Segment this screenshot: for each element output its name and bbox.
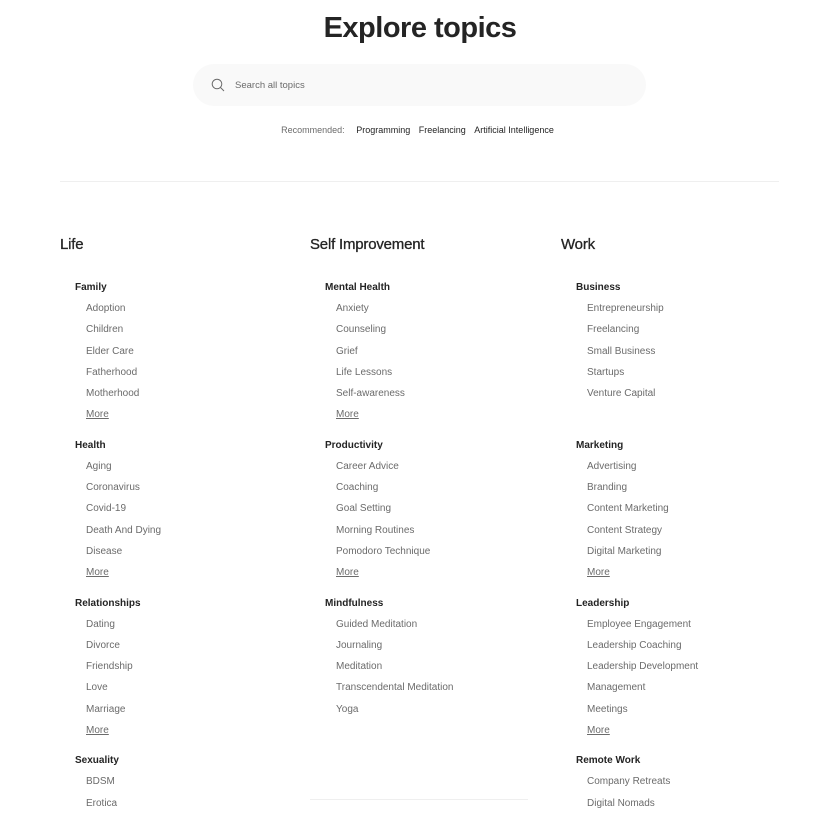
- column-title: Work: [561, 236, 595, 253]
- search-bar[interactable]: [193, 64, 646, 106]
- topic-link[interactable]: Marriage: [86, 699, 290, 720]
- topic-group: Relationships Dating Divorce Friendship Love…: [75, 597, 290, 742]
- topic-link[interactable]: Content Marketing: [587, 498, 791, 519]
- recommended-label: Recommended:: [281, 125, 345, 135]
- topic-link[interactable]: Erotica: [86, 793, 290, 814]
- topic-link[interactable]: Employee Engagement: [587, 614, 791, 635]
- topic-group: Mental Health Anxiety Counseling Grief Life …: [325, 281, 540, 426]
- topic-link[interactable]: Startups: [587, 362, 791, 383]
- search-icon: [211, 78, 225, 92]
- topic-link[interactable]: Journaling: [336, 635, 540, 656]
- topic-group: Business Entrepreneurship Freelancing Small…: [576, 281, 791, 426]
- topic-link[interactable]: Content Strategy: [587, 520, 791, 541]
- more-link[interactable]: More: [86, 562, 290, 583]
- topic-link[interactable]: Freelancing: [587, 319, 791, 340]
- topic-link[interactable]: Digital Nomads: [587, 793, 791, 814]
- topic-column: Self Improvement Mental Health Anxiety Coun…: [310, 236, 540, 733]
- topic-link[interactable]: Guided Meditation: [336, 614, 540, 635]
- recommended-topics: Recommended: Programming Freelancing Art…: [0, 125, 828, 135]
- divider: [60, 181, 779, 182]
- topic-link[interactable]: BDSM: [86, 771, 290, 792]
- topic-link[interactable]: Digital Marketing: [587, 541, 791, 562]
- group-title-link[interactable]: Leadership: [576, 597, 791, 610]
- topic-group: Remote Work Company Retreats Digital Nomad…: [576, 754, 791, 814]
- topic-link[interactable]: Morning Routines: [336, 520, 540, 541]
- group-title-link[interactable]: Mindfulness: [325, 597, 540, 610]
- topic-group: Marketing Advertising Branding Content Mark…: [576, 439, 791, 584]
- topic-link[interactable]: Entrepreneurship: [587, 298, 791, 319]
- topic-link[interactable]: Transcendental Meditation: [336, 677, 540, 698]
- group-title-link[interactable]: Mental Health: [325, 281, 540, 294]
- group-title-link[interactable]: Marketing: [576, 439, 791, 452]
- group-title-link[interactable]: Productivity: [325, 439, 540, 452]
- topic-link[interactable]: Counseling: [336, 319, 540, 340]
- topic-link[interactable]: Yoga: [336, 699, 540, 720]
- topic-column: Work Business Entrepreneurship Freelancing S…: [561, 236, 791, 827]
- topic-group: Sexuality BDSM Erotica: [75, 754, 290, 814]
- topic-link[interactable]: Elder Care: [86, 341, 290, 362]
- topic-link[interactable]: Adoption: [86, 298, 290, 319]
- more-link[interactable]: More: [86, 720, 290, 741]
- topic-link[interactable]: Life Lessons: [336, 362, 540, 383]
- topic-group: Health Aging Coronavirus Covid-19 Death And …: [75, 439, 290, 584]
- topic-link[interactable]: Small Business: [587, 341, 791, 362]
- recommended-topic-link[interactable]: Freelancing: [419, 125, 466, 135]
- topic-link[interactable]: Love: [86, 677, 290, 698]
- topic-link[interactable]: Leadership Development: [587, 656, 791, 677]
- column-end-divider: [310, 799, 528, 800]
- topic-link[interactable]: Motherhood: [86, 383, 290, 404]
- column-title: Self Improvement: [310, 236, 425, 253]
- topic-group: Leadership Employee Engagement Leadership …: [576, 597, 791, 742]
- topic-link[interactable]: Coaching: [336, 477, 540, 498]
- topic-link[interactable]: Dating: [86, 614, 290, 635]
- topic-link[interactable]: Branding: [587, 477, 791, 498]
- column-title: Life: [60, 236, 84, 253]
- topic-column: Life Family Adoption Children Elder Care Fath…: [60, 236, 290, 827]
- more-link[interactable]: More: [336, 404, 540, 425]
- topic-link[interactable]: Covid-19: [86, 498, 290, 519]
- recommended-topic-link[interactable]: Artificial Intelligence: [474, 125, 554, 135]
- more-link[interactable]: More: [587, 562, 791, 583]
- topic-link[interactable]: Meditation: [336, 656, 540, 677]
- topic-link[interactable]: Children: [86, 319, 290, 340]
- more-link[interactable]: More: [587, 720, 791, 741]
- more-link[interactable]: More: [336, 562, 540, 583]
- group-title-link[interactable]: Relationships: [75, 597, 290, 610]
- topic-link[interactable]: Company Retreats: [587, 771, 791, 792]
- group-title-link[interactable]: Family: [75, 281, 290, 294]
- topic-link[interactable]: Advertising: [587, 456, 791, 477]
- topic-link[interactable]: Management: [587, 677, 791, 698]
- topic-link[interactable]: Career Advice: [336, 456, 540, 477]
- topic-link[interactable]: Pomodoro Technique: [336, 541, 540, 562]
- page-title: Explore topics: [323, 12, 517, 44]
- topic-link[interactable]: Friendship: [86, 656, 290, 677]
- topic-link[interactable]: Meetings: [587, 699, 791, 720]
- topic-link[interactable]: Venture Capital: [587, 383, 791, 404]
- topic-link[interactable]: Aging: [86, 456, 290, 477]
- topic-link[interactable]: Coronavirus: [86, 477, 290, 498]
- group-title-link[interactable]: Business: [576, 281, 791, 294]
- recommended-topic-link[interactable]: Programming: [356, 125, 410, 135]
- topic-group: Mindfulness Guided Meditation Journaling Me…: [325, 597, 540, 720]
- topic-link[interactable]: Divorce: [86, 635, 290, 656]
- topic-link[interactable]: Fatherhood: [86, 362, 290, 383]
- search-input[interactable]: [235, 79, 615, 91]
- topic-link[interactable]: Goal Setting: [336, 498, 540, 519]
- topic-link[interactable]: Disease: [86, 541, 290, 562]
- more-link[interactable]: More: [86, 404, 290, 425]
- group-title-link[interactable]: Health: [75, 439, 290, 452]
- topic-group: Family Adoption Children Elder Care Fatherho…: [75, 281, 290, 426]
- topic-link[interactable]: Leadership Coaching: [587, 635, 791, 656]
- topic-link[interactable]: Death And Dying: [86, 520, 290, 541]
- topic-group: Productivity Career Advice Coaching Goal Se…: [325, 439, 540, 584]
- group-title-link[interactable]: Sexuality: [75, 754, 290, 767]
- topic-link[interactable]: Anxiety: [336, 298, 540, 319]
- topic-link[interactable]: Self-awareness: [336, 383, 540, 404]
- group-title-link[interactable]: Remote Work: [576, 754, 791, 767]
- topic-link[interactable]: Grief: [336, 341, 540, 362]
